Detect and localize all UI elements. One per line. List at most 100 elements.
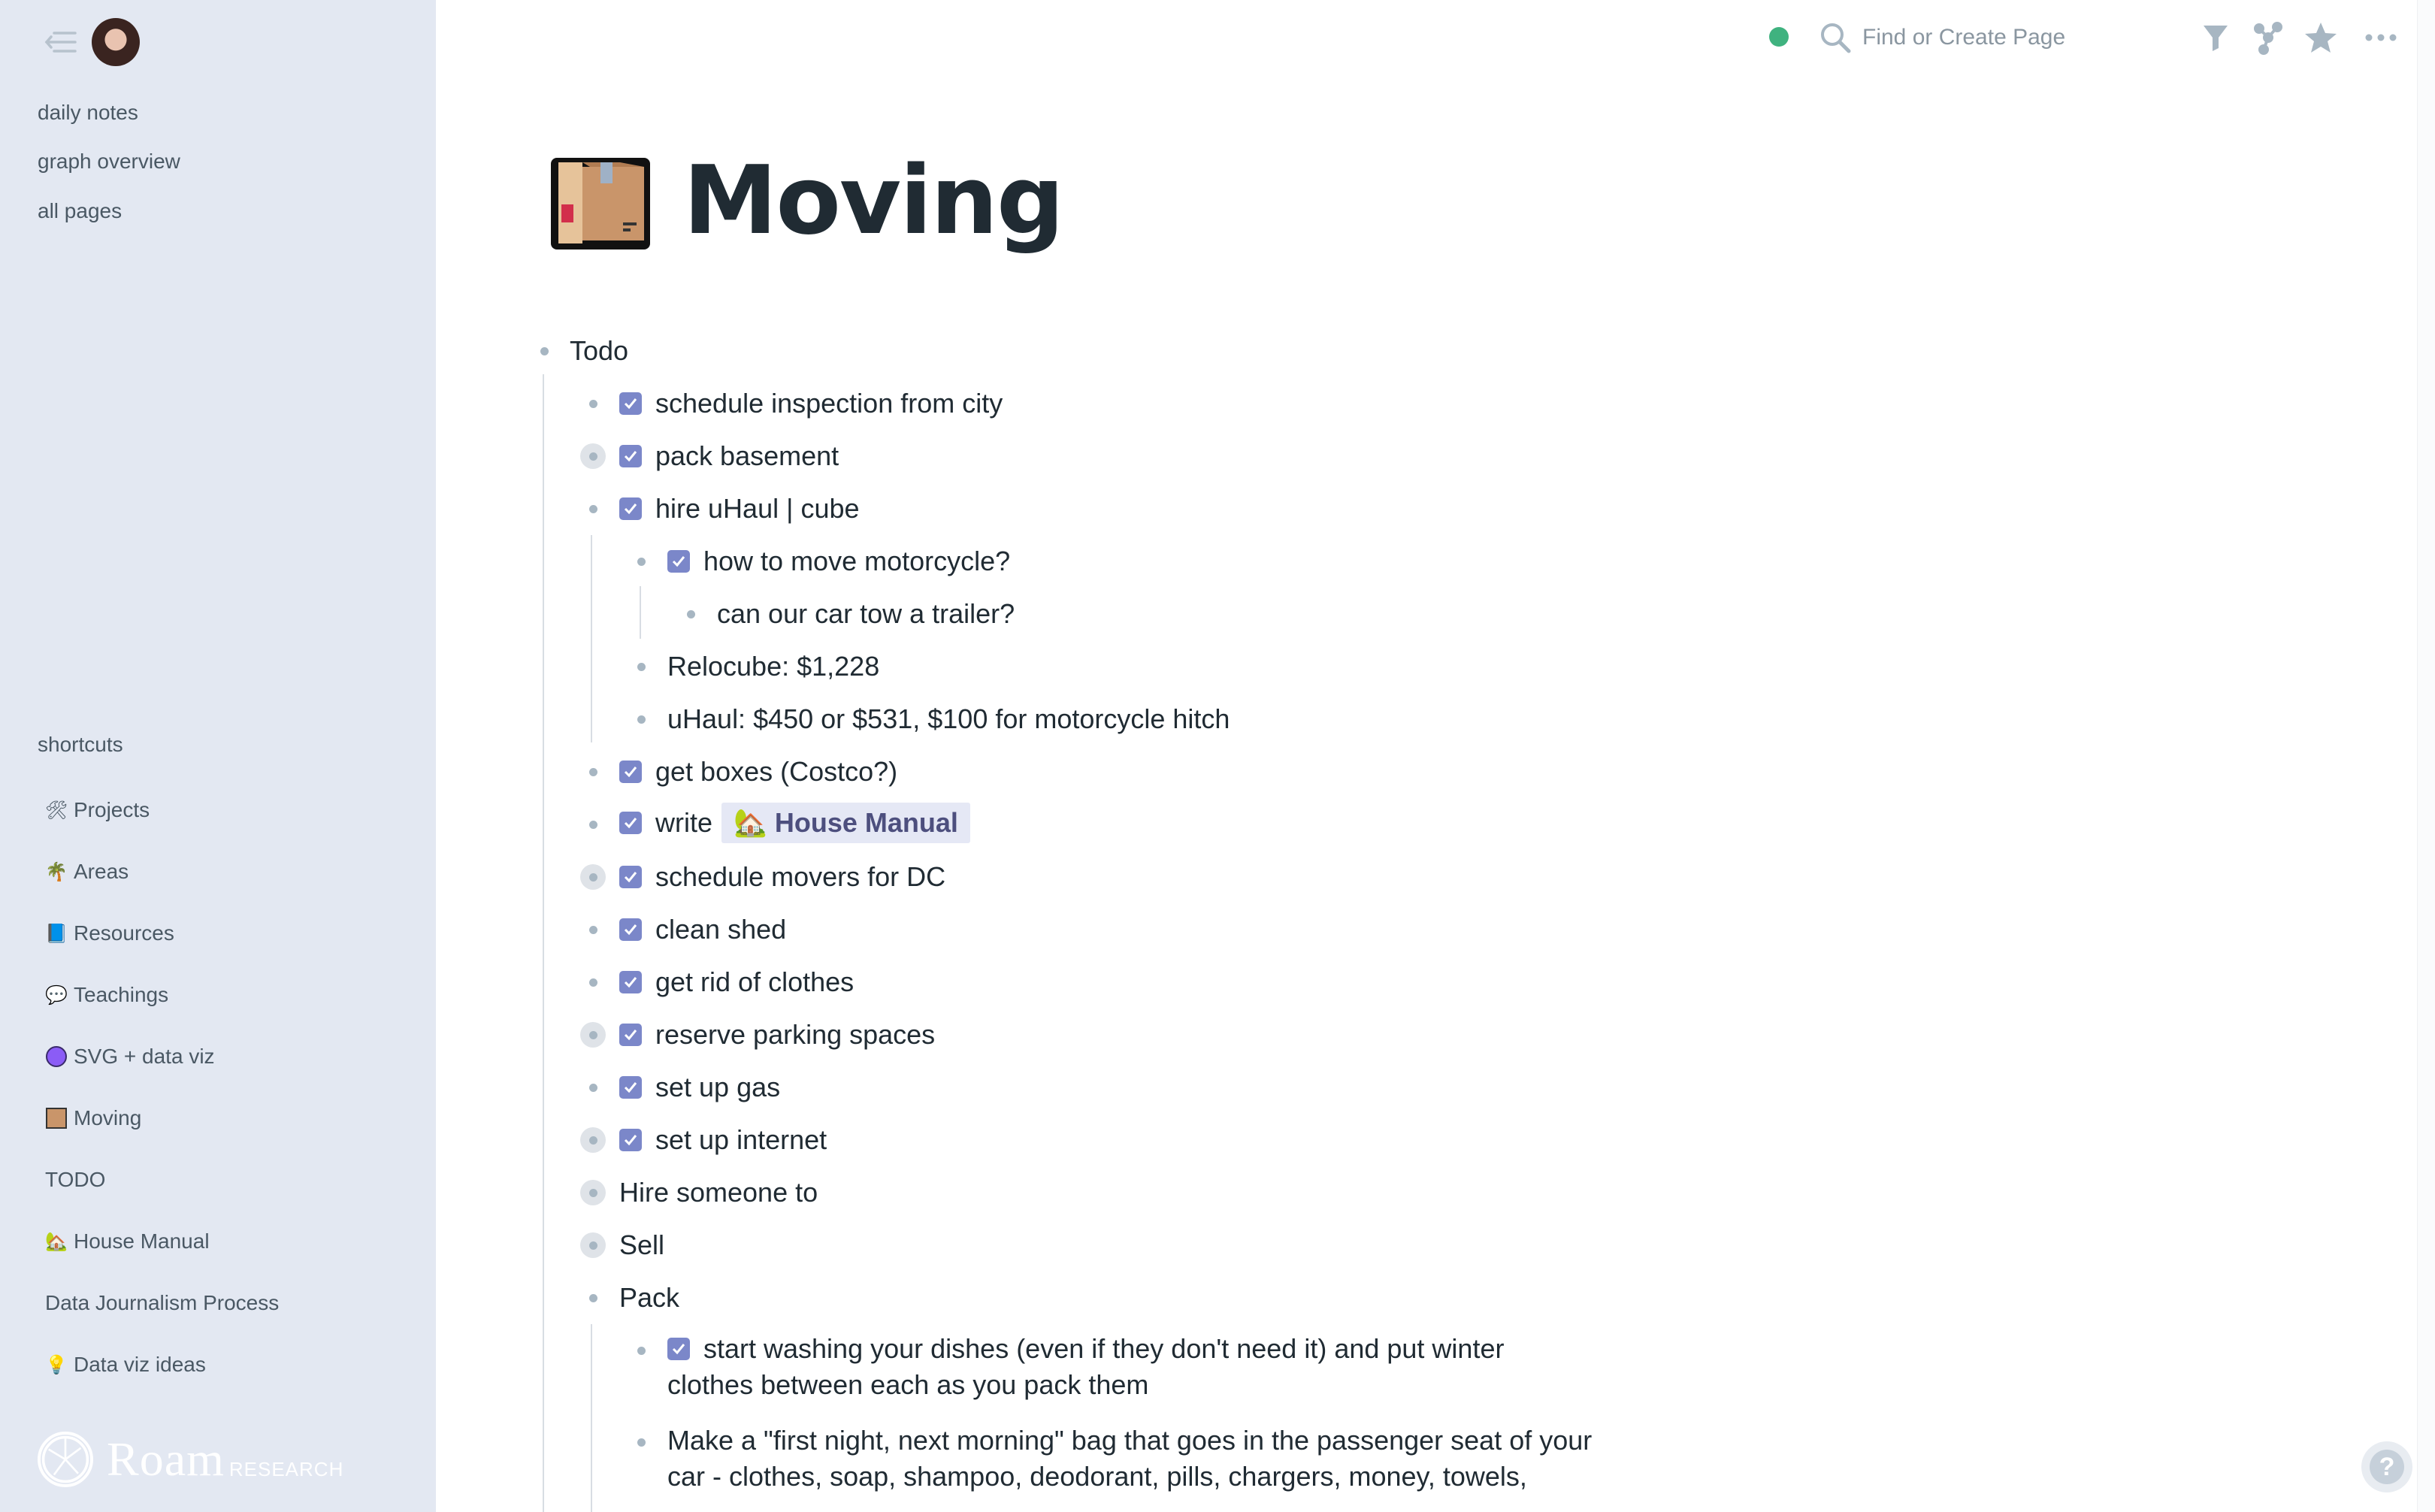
block-item[interactable]: set up gas — [619, 1072, 780, 1103]
checkbox-done[interactable] — [619, 1024, 642, 1046]
block-bullet[interactable] — [687, 610, 695, 618]
block-item[interactable]: Pack — [619, 1282, 679, 1314]
block-item[interactable]: clean shed — [619, 914, 786, 945]
block-item[interactable]: Sell — [619, 1229, 664, 1261]
block-bullet[interactable] — [637, 715, 646, 724]
search-icon[interactable] — [1817, 20, 1853, 56]
block-item[interactable]: write 🏡 House Manual — [619, 803, 970, 843]
page-reference-house-manual[interactable]: 🏡 House Manual — [721, 803, 970, 843]
block-item[interactable]: hire uHaul | cube — [619, 493, 860, 525]
checkbox-done[interactable] — [619, 1076, 642, 1099]
block-item[interactable]: set up internet — [619, 1124, 827, 1156]
checkbox-done[interactable] — [619, 761, 642, 783]
package-icon — [551, 158, 650, 249]
block-bullet-collapsed[interactable] — [580, 1022, 606, 1048]
speech-bubble-icon: 💬 — [45, 984, 68, 1005]
shortcut-projects[interactable]: 🛠 Projects — [45, 798, 150, 822]
page-title: Moving — [545, 144, 1064, 256]
block-item[interactable]: get boxes (Costco?) — [619, 756, 897, 788]
block-item[interactable]: schedule inspection from city — [619, 388, 1003, 419]
user-avatar[interactable] — [92, 18, 140, 66]
tools-icon: 🛠 — [44, 800, 68, 821]
checkbox-done[interactable] — [619, 866, 642, 888]
page-title-text[interactable]: Moving — [683, 145, 1064, 256]
block-item[interactable]: start washing your dishes (even if they … — [667, 1333, 1504, 1401]
block-bullet[interactable] — [589, 821, 597, 829]
block-item[interactable]: reserve parking spaces — [619, 1019, 935, 1051]
checkbox-done[interactable] — [619, 445, 642, 467]
checkbox-done[interactable] — [619, 392, 642, 415]
block-item[interactable]: uHaul: $450 or $531, $100 for motorcycle… — [667, 703, 1230, 735]
shortcut-teachings[interactable]: 💬 Teachings — [45, 983, 168, 1007]
block-bullet-collapsed[interactable] — [580, 1127, 606, 1153]
block-item[interactable]: pack basement — [619, 440, 839, 472]
help-icon: ? — [2370, 1450, 2404, 1484]
help-button[interactable]: ? — [2361, 1441, 2412, 1492]
checkbox-done[interactable] — [667, 1338, 690, 1360]
shortcut-data-viz-ideas[interactable]: 💡 Data viz ideas — [45, 1353, 206, 1377]
shortcut-svg-data-viz[interactable]: SVG + data viz — [45, 1045, 215, 1069]
block-bullet[interactable] — [589, 1294, 597, 1302]
block-bullet[interactable] — [589, 978, 597, 987]
collapse-sidebar-icon[interactable] — [42, 27, 78, 57]
nav-daily-notes[interactable]: daily notes — [38, 101, 138, 125]
search-input[interactable] — [1862, 18, 2148, 57]
block-bullet[interactable] — [589, 400, 597, 408]
more-options-icon[interactable] — [2363, 20, 2399, 56]
roam-logo: Roam RESEARCH — [38, 1432, 343, 1487]
checkbox-done[interactable] — [619, 971, 642, 993]
left-sidebar: daily notes graph overview all pages sho… — [0, 0, 436, 1512]
book-icon: 📘 — [45, 923, 68, 944]
block-bullet-collapsed[interactable] — [580, 1232, 606, 1258]
block-item[interactable]: can our car tow a trailer? — [717, 598, 1015, 630]
shortcut-house-manual[interactable]: 🏡 House Manual — [45, 1229, 210, 1253]
block-bullet[interactable] — [637, 663, 646, 671]
block-bullet[interactable] — [637, 558, 646, 566]
scrollbar-track[interactable] — [2417, 0, 2435, 1512]
shortcut-data-journalism-process[interactable]: Data Journalism Process — [45, 1291, 279, 1315]
checkbox-done[interactable] — [667, 550, 690, 573]
block-bullet[interactable] — [589, 768, 597, 776]
indent-guide — [591, 535, 592, 742]
block-item[interactable]: how to move motorcycle? — [667, 546, 1010, 577]
shortcut-areas[interactable]: 🌴 Areas — [45, 860, 129, 884]
logo-word: Roam — [107, 1432, 225, 1486]
block-todo[interactable]: Todo — [570, 335, 628, 367]
checkbox-done[interactable] — [619, 497, 642, 520]
nav-all-pages[interactable]: all pages — [38, 199, 122, 223]
filter-icon[interactable] — [2198, 20, 2234, 56]
indent-guide — [591, 1324, 592, 1512]
checkbox-done[interactable] — [619, 1129, 642, 1151]
shortcut-todo[interactable]: TODO — [45, 1168, 105, 1192]
shortcuts-header: shortcuts — [38, 733, 123, 756]
indent-guide — [543, 374, 544, 1512]
nav-graph-overview[interactable]: graph overview — [38, 150, 180, 174]
shortcut-resources[interactable]: 📘 Resources — [45, 921, 174, 945]
palm-tree-icon: 🌴 — [45, 861, 68, 882]
logo-sub: RESEARCH — [228, 1457, 344, 1480]
block-bullet-collapsed[interactable] — [580, 443, 606, 469]
checkbox-done[interactable] — [619, 812, 642, 834]
block-item[interactable]: schedule movers for DC — [619, 861, 945, 893]
block-bullet[interactable] — [637, 1438, 646, 1447]
shortcut-moving[interactable]: Moving — [45, 1106, 141, 1130]
house-icon: 🏡 — [45, 1231, 68, 1252]
graph-icon[interactable] — [2250, 20, 2286, 56]
block-bullet[interactable] — [540, 347, 549, 355]
block-item[interactable]: Relocube: $1,228 — [667, 651, 879, 682]
block-item[interactable]: Hire someone to — [619, 1177, 818, 1208]
package-icon — [45, 1107, 68, 1129]
star-icon[interactable] — [2303, 20, 2339, 56]
indent-guide — [640, 586, 641, 639]
checkbox-done[interactable] — [619, 918, 642, 941]
sync-status-dot — [1769, 27, 1789, 47]
block-bullet[interactable] — [589, 926, 597, 934]
block-bullet-collapsed[interactable] — [580, 1180, 606, 1205]
block-bullet-collapsed[interactable] — [580, 864, 606, 890]
block-bullet[interactable] — [637, 1347, 646, 1355]
block-bullet[interactable] — [589, 505, 597, 513]
block-item[interactable]: get rid of clothes — [619, 966, 854, 998]
block-bullet[interactable] — [589, 1084, 597, 1092]
house-icon: 🏡 — [734, 807, 767, 838]
block-item[interactable]: Make a "first night, next morning" bag t… — [667, 1425, 1592, 1492]
